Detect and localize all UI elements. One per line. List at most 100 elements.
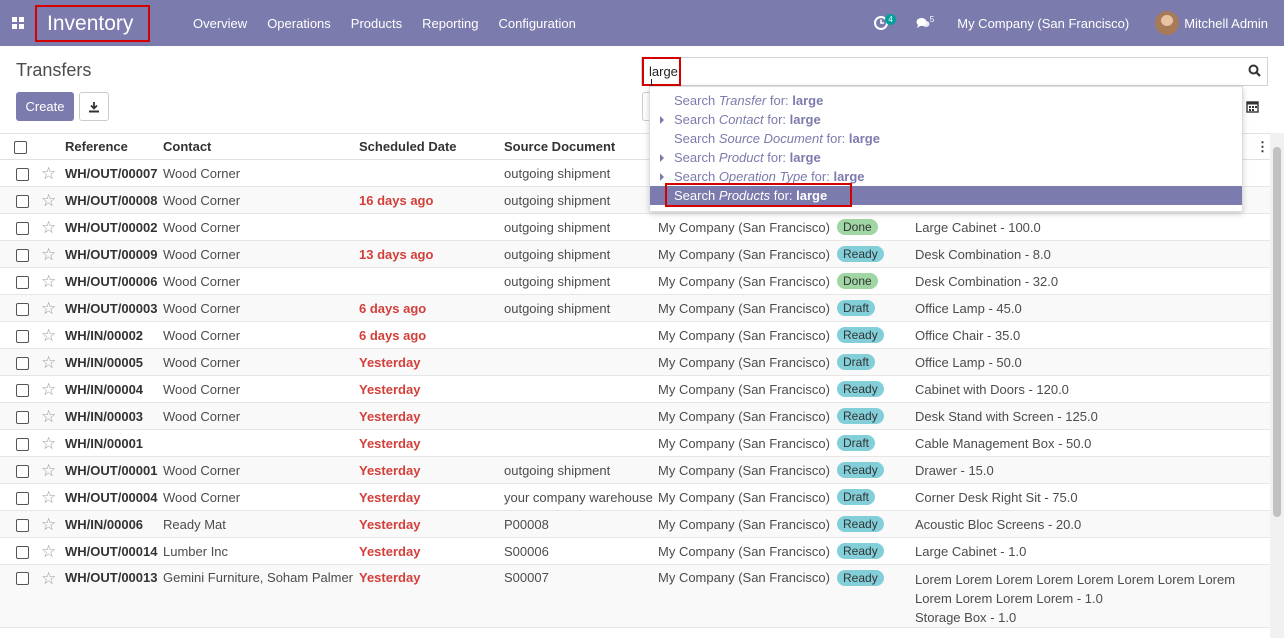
expand-caret-icon[interactable] xyxy=(660,116,664,124)
select-all-checkbox[interactable] xyxy=(14,141,27,155)
activity-button[interactable]: 4 xyxy=(874,13,896,30)
row-select-cell[interactable] xyxy=(0,240,38,268)
table-row[interactable]: ☆ WH/IN/00006 Ready Mat Yesterday P00008 My C… xyxy=(0,510,1270,538)
priority-cell[interactable]: ☆ xyxy=(38,186,62,214)
messaging-button[interactable]: 5 xyxy=(916,15,937,29)
table-row[interactable]: ☆ WH/OUT/00013 Gemini Furniture, Soham Pal… xyxy=(0,564,1270,628)
star-icon[interactable]: ☆ xyxy=(41,407,56,426)
row-checkbox[interactable] xyxy=(16,545,29,559)
star-icon[interactable]: ☆ xyxy=(41,488,56,507)
row-checkbox[interactable] xyxy=(16,572,29,586)
autocomplete-item[interactable]: Search Source Document for: large xyxy=(650,129,1242,148)
company-switcher[interactable]: My Company (San Francisco) xyxy=(957,16,1129,31)
row-select-cell[interactable] xyxy=(0,267,38,295)
priority-cell[interactable]: ☆ xyxy=(38,483,62,511)
star-icon[interactable]: ☆ xyxy=(41,515,56,534)
table-row[interactable]: ☆ WH/OUT/00001 Wood Corner Yesterday outgoin… xyxy=(0,456,1270,484)
star-icon[interactable]: ☆ xyxy=(41,569,56,588)
row-checkbox[interactable] xyxy=(16,329,29,343)
expand-caret-icon[interactable] xyxy=(660,154,664,162)
menu-item-products[interactable]: Products xyxy=(351,16,402,31)
priority-cell[interactable]: ☆ xyxy=(38,294,62,322)
star-icon[interactable]: ☆ xyxy=(41,245,56,264)
menu-item-overview[interactable]: Overview xyxy=(193,16,247,31)
search-box[interactable]: large xyxy=(641,57,1268,93)
menu-item-reporting[interactable]: Reporting xyxy=(422,16,478,31)
table-row[interactable]: ☆ WH/IN/00004 Wood Corner Yesterday My Compa… xyxy=(0,375,1270,403)
download-button[interactable] xyxy=(79,92,109,121)
star-icon[interactable]: ☆ xyxy=(41,353,56,372)
table-row[interactable]: ☆ WH/IN/00005 Wood Corner Yesterday My Compa… xyxy=(0,348,1270,376)
row-checkbox[interactable] xyxy=(16,410,29,424)
table-row[interactable]: ☆ WH/IN/00002 Wood Corner 6 days ago My Comp… xyxy=(0,321,1270,349)
star-icon[interactable]: ☆ xyxy=(41,272,56,291)
row-select-cell[interactable] xyxy=(0,348,38,376)
autocomplete-item[interactable]: Search Contact for: large xyxy=(650,110,1242,129)
column-header-contact[interactable]: Contact xyxy=(160,133,356,160)
row-checkbox[interactable] xyxy=(16,275,29,289)
priority-cell[interactable]: ☆ xyxy=(38,240,62,268)
user-menu[interactable]: Mitchell Admin xyxy=(1155,11,1268,35)
table-row[interactable]: ☆ WH/OUT/00004 Wood Corner Yesterday your co… xyxy=(0,483,1270,511)
row-select-cell[interactable] xyxy=(0,294,38,322)
table-row[interactable]: ☆ WH/OUT/00014 Lumber Inc Yesterday S00006 My… xyxy=(0,537,1270,565)
select-all-header[interactable] xyxy=(0,133,38,160)
search-input[interactable]: large xyxy=(642,57,681,93)
row-checkbox[interactable] xyxy=(16,194,29,208)
scrollbar[interactable] xyxy=(1270,133,1284,638)
star-icon[interactable]: ☆ xyxy=(41,542,56,561)
priority-cell[interactable]: ☆ xyxy=(38,213,62,241)
table-row[interactable]: ☆ WH/IN/00003 Wood Corner Yesterday My Compa… xyxy=(0,402,1270,430)
column-header-scheduled-date[interactable]: Scheduled Date xyxy=(356,133,501,160)
priority-cell[interactable]: ☆ xyxy=(38,159,62,187)
column-header-source-document[interactable]: Source Document xyxy=(501,133,655,160)
star-icon[interactable]: ☆ xyxy=(41,299,56,318)
table-row[interactable]: ☆ WH/OUT/00002 Wood Corner outgoing shipmen… xyxy=(0,213,1270,241)
priority-cell[interactable]: ☆ xyxy=(38,537,62,565)
priority-cell[interactable]: ☆ xyxy=(38,510,62,538)
row-select-cell[interactable] xyxy=(0,483,38,511)
row-select-cell[interactable] xyxy=(0,429,38,457)
row-select-cell[interactable] xyxy=(0,510,38,538)
row-select-cell[interactable] xyxy=(0,213,38,241)
row-select-cell[interactable] xyxy=(0,402,38,430)
row-checkbox[interactable] xyxy=(16,437,29,451)
row-select-cell[interactable] xyxy=(0,564,38,628)
app-brand[interactable]: Inventory xyxy=(35,5,150,42)
row-select-cell[interactable] xyxy=(0,375,38,403)
autocomplete-item[interactable]: Search Product for: large xyxy=(650,148,1242,167)
row-select-cell[interactable] xyxy=(0,186,38,214)
priority-cell[interactable]: ☆ xyxy=(38,375,62,403)
row-checkbox[interactable] xyxy=(16,356,29,370)
star-icon[interactable]: ☆ xyxy=(41,326,56,345)
priority-cell[interactable]: ☆ xyxy=(38,321,62,349)
row-checkbox[interactable] xyxy=(16,383,29,397)
table-row[interactable]: ☆ WH/OUT/00003 Wood Corner 6 days ago outgoi… xyxy=(0,294,1270,322)
row-select-cell[interactable] xyxy=(0,159,38,187)
autocomplete-item[interactable]: Search Products for: large xyxy=(650,183,1242,207)
menu-item-configuration[interactable]: Configuration xyxy=(498,16,575,31)
priority-cell[interactable]: ☆ xyxy=(38,429,62,457)
star-icon[interactable]: ☆ xyxy=(41,218,56,237)
priority-cell[interactable]: ☆ xyxy=(38,348,62,376)
menu-item-operations[interactable]: Operations xyxy=(267,16,331,31)
row-checkbox[interactable] xyxy=(16,464,29,478)
row-select-cell[interactable] xyxy=(0,537,38,565)
priority-cell[interactable]: ☆ xyxy=(38,564,62,628)
row-checkbox[interactable] xyxy=(16,248,29,262)
star-icon[interactable]: ☆ xyxy=(41,434,56,453)
expand-caret-icon[interactable] xyxy=(660,173,664,181)
table-row[interactable]: ☆ WH/IN/00001 Yesterday My Company (San Fra… xyxy=(0,429,1270,457)
priority-cell[interactable]: ☆ xyxy=(38,402,62,430)
search-icon[interactable] xyxy=(1248,64,1261,80)
star-icon[interactable]: ☆ xyxy=(41,380,56,399)
apps-menu-icon[interactable] xyxy=(0,0,36,46)
row-checkbox[interactable] xyxy=(16,221,29,235)
row-select-cell[interactable] xyxy=(0,456,38,484)
table-row[interactable]: ☆ WH/OUT/00009 Wood Corner 13 days ago outgo… xyxy=(0,240,1270,268)
row-checkbox[interactable] xyxy=(16,491,29,505)
star-icon[interactable]: ☆ xyxy=(41,164,56,183)
optional-columns-icon[interactable]: ⋮ xyxy=(1256,139,1269,155)
create-button[interactable]: Create xyxy=(16,92,74,121)
table-row[interactable]: ☆ WH/OUT/00006 Wood Corner outgoing shipmen… xyxy=(0,267,1270,295)
